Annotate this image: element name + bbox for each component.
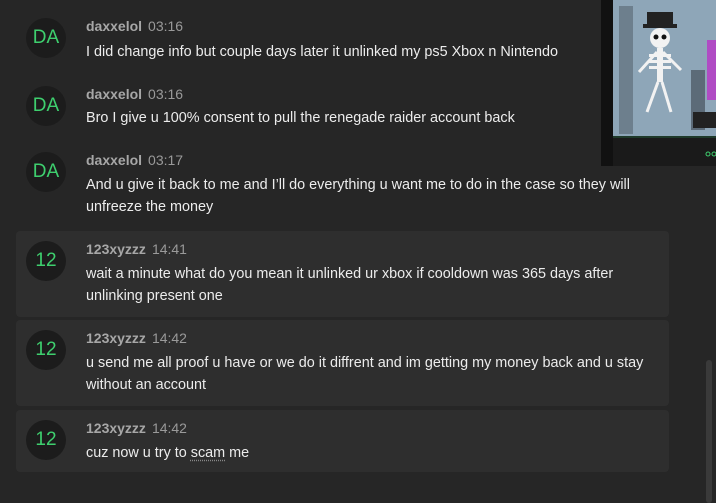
chat-scrollbar[interactable] bbox=[706, 360, 712, 503]
chat-message-highlighted: 12 123xyzzz 14:42 cuz now u try to scam m… bbox=[16, 410, 669, 472]
underlined-word[interactable]: scam bbox=[191, 445, 225, 461]
message-text: Bro I give u 100% consent to pull the re… bbox=[86, 110, 515, 126]
chat-message: DA daxxelol 03:16 Bro I give u 100% conse… bbox=[16, 76, 669, 136]
chat-message-highlighted: 12 123xyzzz 14:42 u send me all proof u h… bbox=[16, 320, 669, 406]
message-timestamp: 03:16 bbox=[148, 86, 184, 102]
avatar[interactable]: 12 bbox=[26, 330, 66, 370]
message-header: daxxelol 03:17 bbox=[86, 152, 183, 168]
message-author[interactable]: daxxelol bbox=[86, 152, 142, 168]
chat-message-highlighted: 12 123xyzzz 14:41 wait a minute what do y… bbox=[16, 231, 669, 317]
avatar[interactable]: DA bbox=[26, 18, 66, 58]
avatar[interactable]: DA bbox=[26, 86, 66, 126]
skeleton-character-image bbox=[613, 0, 716, 136]
message-text-part: cuz now u try to bbox=[86, 445, 191, 461]
message-text: wait a minute what do you mean it unlink… bbox=[86, 266, 614, 304]
message-timestamp: 14:42 bbox=[151, 330, 187, 346]
message-timestamp: 03:16 bbox=[148, 18, 184, 34]
thumbnail-controls bbox=[613, 136, 716, 166]
message-author[interactable]: 123xyzzz bbox=[86, 420, 146, 436]
avatar[interactable]: 12 bbox=[26, 420, 66, 460]
message-header: 123xyzzz 14:41 bbox=[86, 241, 187, 257]
message-timestamp: 14:41 bbox=[151, 241, 187, 257]
avatar[interactable]: 12 bbox=[26, 241, 66, 281]
message-timestamp: 03:17 bbox=[148, 152, 184, 168]
avatar[interactable]: DA bbox=[26, 152, 66, 192]
message-text: I did change info but couple days later … bbox=[86, 44, 558, 60]
message-author[interactable]: daxxelol bbox=[86, 86, 142, 102]
video-thumbnail[interactable] bbox=[601, 0, 716, 166]
message-text: cuz now u try to scam me bbox=[86, 442, 664, 464]
message-text: And u give it back to me and I’ll do eve… bbox=[86, 177, 630, 215]
chat-message: DA daxxelol 03:17 And u give it back to m… bbox=[16, 143, 669, 223]
message-timestamp: 14:42 bbox=[151, 420, 187, 436]
message-header: daxxelol 03:16 bbox=[86, 86, 183, 102]
message-text-part: me bbox=[225, 445, 250, 461]
message-author[interactable]: 123xyzzz bbox=[86, 241, 146, 257]
message-header: 123xyzzz 14:42 bbox=[86, 420, 187, 436]
message-author[interactable]: daxxelol bbox=[86, 18, 142, 34]
message-author[interactable]: 123xyzzz bbox=[86, 330, 146, 346]
thumbnail-image bbox=[613, 0, 716, 136]
message-text: u send me all proof u have or we do it d… bbox=[86, 355, 644, 393]
message-header: 123xyzzz 14:42 bbox=[86, 330, 187, 346]
chat-message: DA daxxelol 03:16 I did change info but c… bbox=[16, 8, 669, 68]
message-header: daxxelol 03:16 bbox=[86, 18, 183, 34]
